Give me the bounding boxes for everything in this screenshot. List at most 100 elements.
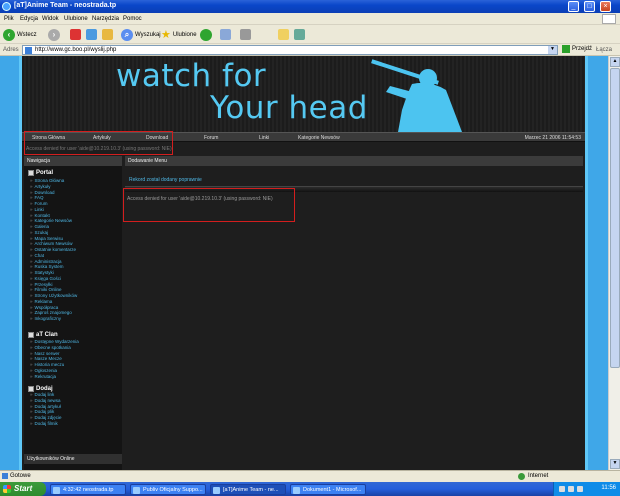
menu-ulubione[interactable]: Ulubione	[64, 16, 88, 22]
search-button[interactable]: ⌕ Wyszukaj	[121, 28, 161, 41]
portal-icon	[28, 170, 34, 176]
internet-zone-icon	[518, 473, 525, 480]
star-icon: ★	[161, 29, 171, 41]
folder-icon	[278, 29, 289, 40]
page-icon	[25, 47, 32, 54]
maximize-button[interactable]: □	[584, 1, 595, 12]
ie-icon	[2, 2, 11, 11]
favorites-button[interactable]: ★ Ulubione	[161, 28, 197, 41]
banner-text-top: watch for	[116, 58, 267, 94]
scroll-down-icon[interactable]: ▼	[610, 459, 620, 469]
dodaj-menu: Dodaj link Dodaj newsa Dodaj artykuł Dod…	[30, 392, 62, 427]
close-button[interactable]: ×	[600, 1, 611, 12]
highlight-box-main	[123, 188, 295, 222]
section-clan-title: aT Clan	[36, 332, 58, 338]
online-users-title: Użytkowników Online	[24, 454, 122, 464]
app-icon	[133, 487, 140, 494]
status-text: Gotowe	[10, 473, 31, 479]
scroll-up-icon[interactable]: ▲	[610, 57, 620, 67]
messenger-icon	[294, 29, 305, 40]
forward-button[interactable]: ›	[48, 28, 60, 41]
tray-icon[interactable]	[559, 486, 565, 492]
vertical-scrollbar[interactable]: ▲ ▼	[608, 56, 620, 470]
menu-item[interactable]: Dodaj zdjęcie	[30, 415, 62, 421]
scroll-thumb[interactable]	[610, 68, 620, 368]
sidebar: Nawigacja Portal Strona Główna Artykuły …	[24, 156, 122, 470]
go-arrow-icon	[562, 45, 570, 53]
menu-widok[interactable]: Widok	[42, 16, 59, 22]
nav-linki[interactable]: Linki	[259, 135, 269, 141]
back-button[interactable]: ‹ Wstecz	[3, 28, 37, 41]
windows-logo-icon	[602, 14, 616, 24]
go-button[interactable]: Przejdź	[562, 45, 592, 53]
task-label: 4:32:42 neostrada.tp	[63, 487, 114, 493]
section-portal-title: Portal	[36, 170, 54, 176]
folder-button[interactable]	[278, 28, 289, 41]
banner-text-bottom: Your head	[210, 90, 368, 126]
address-bar: Adres http://www.gc.boo.pl/wyslij.php ▼ …	[0, 44, 620, 56]
date-display: Marzec 21 2006 11:54:53	[524, 135, 581, 141]
section-portal: Portal	[28, 170, 53, 176]
tray-icon[interactable]	[568, 486, 574, 492]
start-button[interactable]: Start	[0, 482, 46, 496]
window-title: [aT]Anime Team - neostrada.tp	[14, 2, 117, 9]
start-label: Start	[14, 484, 33, 493]
portal-menu: Strona Główna Artykuły Download FAQ Foru…	[30, 178, 78, 322]
menu-item[interactable]: Dostępne Wydarzenia	[30, 339, 79, 345]
refresh-button[interactable]	[86, 28, 97, 41]
sidebar-title: Nawigacja	[24, 156, 122, 166]
main-content: Dodawanie Menu Rekord został dodany popr…	[125, 156, 583, 356]
done-icon	[2, 473, 8, 479]
volume-icon[interactable]	[577, 486, 583, 492]
nav-kategorie-newsow[interactable]: Kategorie Newsów	[298, 135, 340, 141]
zone-text: Internet	[528, 473, 549, 479]
messenger-button[interactable]	[294, 28, 305, 41]
home-icon	[102, 29, 113, 40]
success-message: Rekord został dodany poprawnie	[129, 177, 202, 183]
menu-item[interactable]: Ostatnie komentarze	[30, 247, 77, 253]
menu-narzedzia[interactable]: Narzędzia	[92, 16, 119, 22]
address-url: http://www.gc.boo.pl/wyslij.php	[35, 47, 117, 53]
address-label: Adres	[3, 47, 19, 53]
menu-item[interactable]: Inkograficzny	[30, 316, 77, 322]
minimize-button[interactable]: _	[568, 1, 579, 12]
taskbar-item[interactable]: 4:32:42 neostrada.tp	[50, 484, 126, 495]
highlight-box-top	[24, 131, 173, 155]
menu-pomoc[interactable]: Pomoc	[123, 16, 142, 22]
main-title: Dodawanie Menu	[125, 156, 583, 166]
status-bar: Gotowe Internet	[0, 470, 620, 482]
menu-edycja[interactable]: Edycja	[20, 16, 38, 22]
menu-plik[interactable]: Plik	[4, 16, 14, 22]
clock: 11:56	[601, 485, 616, 491]
section-clan: aT Clan	[28, 332, 58, 338]
history-button[interactable]	[200, 28, 212, 41]
refresh-icon	[86, 29, 97, 40]
menu-item[interactable]: Strony Użytkowników	[30, 293, 78, 299]
home-button[interactable]	[102, 28, 113, 41]
clan-menu: Dostępne Wydarzenia Obecne spotkania Nas…	[30, 339, 79, 379]
menu-item[interactable]: Rekrutacja	[30, 374, 79, 380]
search-label: Wyszukaj	[135, 31, 161, 38]
mail-button[interactable]	[220, 28, 231, 41]
links-label[interactable]: Łącza	[596, 47, 612, 53]
nav-forum[interactable]: Forum	[204, 135, 218, 141]
taskbar-item-active[interactable]: [aT]Anime Team - ne...	[210, 484, 286, 495]
menu-item[interactable]: Dodaj filmik	[30, 421, 62, 427]
history-icon	[200, 28, 212, 41]
task-label: Publiv Oficjalny Suppo...	[143, 487, 203, 493]
task-label: Dokument1 - Microsof...	[303, 487, 362, 493]
system-tray: 11:56	[553, 482, 620, 496]
menu-item[interactable]: Dodaj newsa	[30, 398, 62, 404]
chevron-down-icon[interactable]: ▼	[548, 46, 557, 54]
search-icon: ⌕	[121, 28, 133, 41]
ie-app-icon	[213, 487, 220, 494]
print-button[interactable]	[240, 28, 251, 41]
stop-button[interactable]	[70, 28, 81, 41]
address-input[interactable]: http://www.gc.boo.pl/wyslij.php ▼	[22, 45, 558, 55]
website: watch for Your head Strona Główna Artyku…	[19, 56, 588, 470]
task-label: [aT]Anime Team - ne...	[223, 487, 279, 493]
forward-arrow-icon: ›	[48, 28, 60, 41]
taskbar-item[interactable]: Publiv Oficjalny Suppo...	[130, 484, 206, 495]
taskbar: Start 4:32:42 neostrada.tp Publiv Oficja…	[0, 482, 620, 496]
taskbar-item[interactable]: Dokument1 - Microsof...	[290, 484, 366, 495]
